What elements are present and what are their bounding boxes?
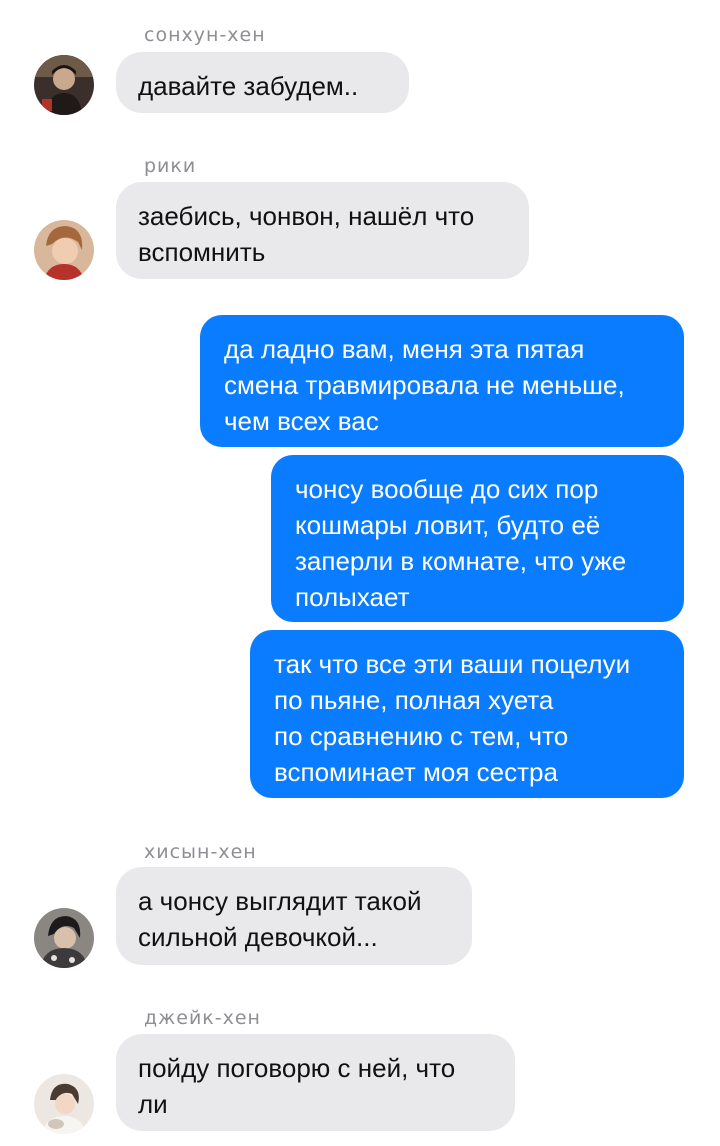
message-text: чем всех вас (224, 406, 379, 436)
avatar[interactable] (34, 220, 94, 280)
avatar[interactable] (34, 55, 94, 115)
sender-name: сонхун-хен (144, 24, 266, 46)
message-text: давайте забудем.. (138, 71, 359, 101)
message-text: вспомнить (138, 237, 266, 267)
message-text: чонсу вообще до сих пор (295, 474, 599, 504)
avatar[interactable] (34, 908, 94, 968)
message-text: да ладно вам, меня эта пятая (224, 334, 585, 364)
message-text: по пьяне, полная хуета (274, 685, 554, 715)
message-bubble-incoming[interactable]: пойду поговорю с ней, что ли (116, 1034, 515, 1131)
message-text: сильной девочкой... (138, 922, 378, 952)
chat-thread[interactable]: сонхун-хен давайте забудем.. рики заебис… (0, 0, 720, 1146)
message-bubble-incoming[interactable]: заебись, чонвон, нашёл что вспомнить (116, 182, 529, 279)
sender-name: джейк-хен (144, 1007, 261, 1029)
message-text: кошмары ловит, будто её (295, 510, 601, 540)
message-text: смена травмировала не меньше, (224, 370, 625, 400)
message-bubble-outgoing[interactable]: чонсу вообще до сих пор кошмары ловит, б… (271, 455, 684, 622)
message-bubble-outgoing[interactable]: так что все эти ваши поцелуи по пьяне, п… (250, 630, 684, 798)
message-text: заебись, чонвон, нашёл что (138, 201, 475, 231)
avatar[interactable] (34, 1074, 94, 1134)
message-text: так что все эти ваши поцелуи (274, 649, 631, 679)
message-text: вспоминает моя сестра (274, 757, 558, 787)
message-bubble-incoming[interactable]: давайте забудем.. (116, 52, 409, 113)
sender-name: рики (144, 155, 197, 177)
message-text: пойду поговорю с ней, что (138, 1053, 456, 1083)
message-text: а чонсу выглядит такой (138, 886, 422, 916)
message-text: по сравнению с тем, что (274, 721, 569, 751)
message-text: полыхает (295, 582, 410, 612)
message-bubble-outgoing[interactable]: да ладно вам, меня эта пятая смена травм… (200, 315, 684, 447)
message-bubble-incoming[interactable]: а чонсу выглядит такой сильной девочкой.… (116, 867, 472, 965)
message-text: заперли в комнате, что уже (295, 546, 627, 576)
message-text: ли (138, 1089, 168, 1119)
sender-name: хисын-хен (144, 841, 257, 863)
